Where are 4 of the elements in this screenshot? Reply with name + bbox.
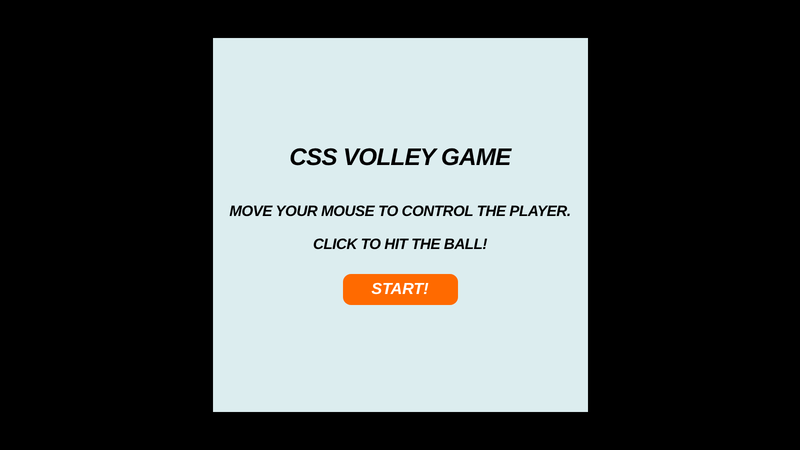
instruction-text: CLICK TO HIT THE BALL! xyxy=(313,235,487,255)
game-title: CSS VOLLEY GAME xyxy=(289,143,511,173)
instruction-text: MOVE YOUR MOUSE TO CONTROL THE PLAYER. xyxy=(229,202,571,222)
start-button[interactable]: START! xyxy=(342,274,458,305)
